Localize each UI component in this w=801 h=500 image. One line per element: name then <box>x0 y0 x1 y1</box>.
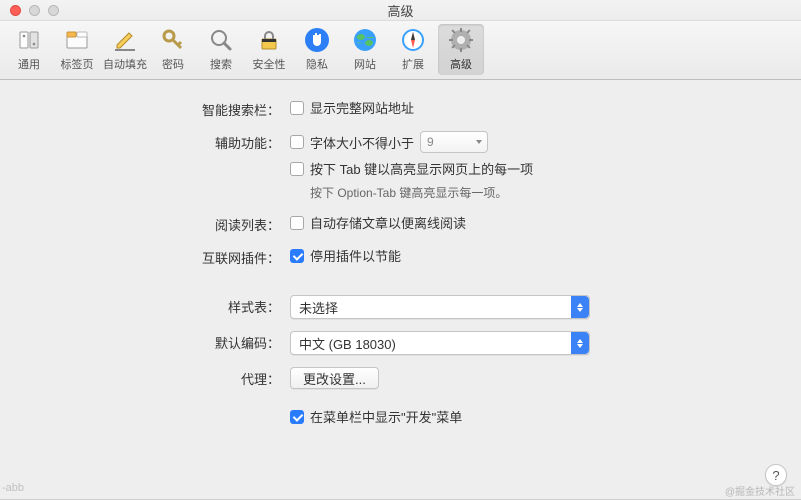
advanced-pane: 智能搜索栏： 显示完整网站地址 辅助功能： 字体大小不得小于 9 按下 Tab … <box>0 80 801 448</box>
tab-passwords[interactable]: 密码 <box>150 24 196 75</box>
pencil-icon <box>111 26 139 54</box>
tab-label: 搜索 <box>210 56 232 72</box>
encoding-value: 中文 (GB 18030) <box>299 334 396 353</box>
titlebar: 高级 <box>0 0 801 21</box>
window-controls <box>0 5 59 16</box>
smart-search-label: 智能搜索栏： <box>30 98 290 119</box>
tab-label: 自动填充 <box>103 56 147 72</box>
preferences-window: 高级 通用 标签页 自动填充 密码 <box>0 0 801 500</box>
encoding-label: 默认编码： <box>30 331 290 352</box>
show-develop-menu-checkbox[interactable] <box>290 410 304 424</box>
show-full-url-label: 显示完整网站地址 <box>310 98 414 117</box>
close-window-button[interactable] <box>10 5 21 16</box>
select-arrows-icon <box>571 332 589 354</box>
plugins-label: 互联网插件： <box>30 246 290 267</box>
change-proxy-button[interactable]: 更改设置... <box>290 367 379 389</box>
tab-highlight-label: 按下 Tab 键以高亮显示网页上的每一项 <box>310 159 533 178</box>
lock-icon <box>255 26 283 54</box>
show-develop-menu-label: 在菜单栏中显示"开发"菜单 <box>310 407 462 426</box>
minimize-window-button[interactable] <box>29 5 40 16</box>
tab-websites[interactable]: 网站 <box>342 24 388 75</box>
watermark-text: @掘金技术社区 <box>725 483 795 498</box>
hand-icon <box>303 26 331 54</box>
proxy-label: 代理： <box>30 367 290 388</box>
min-font-checkbox[interactable] <box>290 135 304 149</box>
key-icon <box>159 26 187 54</box>
stop-plugins-checkbox[interactable] <box>290 249 304 263</box>
tab-label: 密码 <box>162 56 184 72</box>
tab-privacy[interactable]: 隐私 <box>294 24 340 75</box>
tabs-icon <box>63 26 91 54</box>
tab-autofill[interactable]: 自动填充 <box>102 24 148 75</box>
tab-highlight-hint: 按下 Option-Tab 键高亮显示每一项。 <box>310 184 771 201</box>
window-title: 高级 <box>0 1 801 20</box>
stylesheet-value: 未选择 <box>299 298 338 317</box>
show-full-url-checkbox[interactable] <box>290 101 304 115</box>
tab-general[interactable]: 通用 <box>6 24 52 75</box>
tab-label: 通用 <box>18 56 40 72</box>
select-arrows-icon <box>571 296 589 318</box>
tab-label: 扩展 <box>402 56 424 72</box>
gear-icon <box>447 26 475 54</box>
tab-advanced[interactable]: 高级 <box>438 24 484 75</box>
tab-label: 高级 <box>450 56 472 72</box>
tab-security[interactable]: 安全性 <box>246 24 292 75</box>
stylesheet-label: 样式表： <box>30 295 290 316</box>
tab-label: 隐私 <box>306 56 328 72</box>
switch-icon <box>15 26 43 54</box>
zoom-window-button[interactable] <box>48 5 59 16</box>
stylesheet-select[interactable]: 未选择 <box>290 295 590 319</box>
compass-icon <box>399 26 427 54</box>
globe-icon <box>351 26 379 54</box>
tab-label: 网站 <box>354 56 376 72</box>
tab-tabs[interactable]: 标签页 <box>54 24 100 75</box>
magnifier-icon <box>207 26 235 54</box>
tab-search[interactable]: 搜索 <box>198 24 244 75</box>
reading-list-label: 阅读列表： <box>30 213 290 234</box>
preferences-toolbar: 通用 标签页 自动填充 密码 搜索 <box>0 21 801 80</box>
accessibility-label: 辅助功能： <box>30 131 290 152</box>
background-fragment: -abb <box>0 482 42 500</box>
min-font-label: 字体大小不得小于 <box>310 133 414 152</box>
tab-highlight-checkbox[interactable] <box>290 162 304 176</box>
offline-reading-checkbox[interactable] <box>290 216 304 230</box>
offline-reading-label: 自动存储文章以便离线阅读 <box>310 213 466 232</box>
tab-label: 安全性 <box>253 56 286 72</box>
tab-extensions[interactable]: 扩展 <box>390 24 436 75</box>
tab-label: 标签页 <box>61 56 94 72</box>
encoding-select[interactable]: 中文 (GB 18030) <box>290 331 590 355</box>
min-font-select[interactable]: 9 <box>420 131 488 153</box>
stop-plugins-label: 停用插件以节能 <box>310 246 401 265</box>
